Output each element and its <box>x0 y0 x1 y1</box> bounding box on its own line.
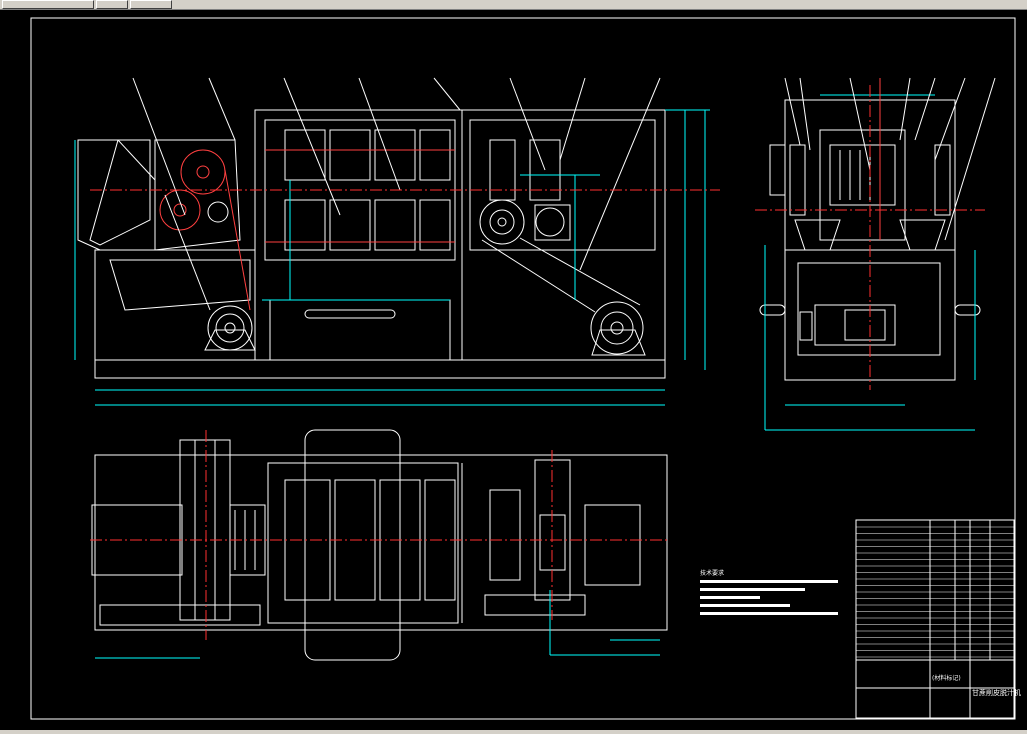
notes-title: 技术要求 <box>700 569 724 577</box>
material-label: (材料标记) <box>932 674 961 682</box>
plan-view <box>91 429 668 661</box>
status-bar <box>0 730 1027 734</box>
toolbar-button[interactable] <box>96 0 128 9</box>
technical-notes: 技术要求 <box>700 569 838 615</box>
drawing-border <box>30 17 1016 720</box>
toolbar <box>0 0 1027 10</box>
drawing-name: 甘蔗削皮脱汁机 <box>972 688 1021 697</box>
cad-drawing-canvas[interactable]: 技术要求 (材料标记) 甘蔗削皮脱汁机 <box>0 10 1027 734</box>
toolbar-button[interactable] <box>2 0 94 9</box>
title-block-rows <box>856 526 1014 658</box>
side-view-dimensions <box>764 77 996 431</box>
front-view <box>77 109 666 379</box>
toolbar-button[interactable] <box>130 0 172 9</box>
